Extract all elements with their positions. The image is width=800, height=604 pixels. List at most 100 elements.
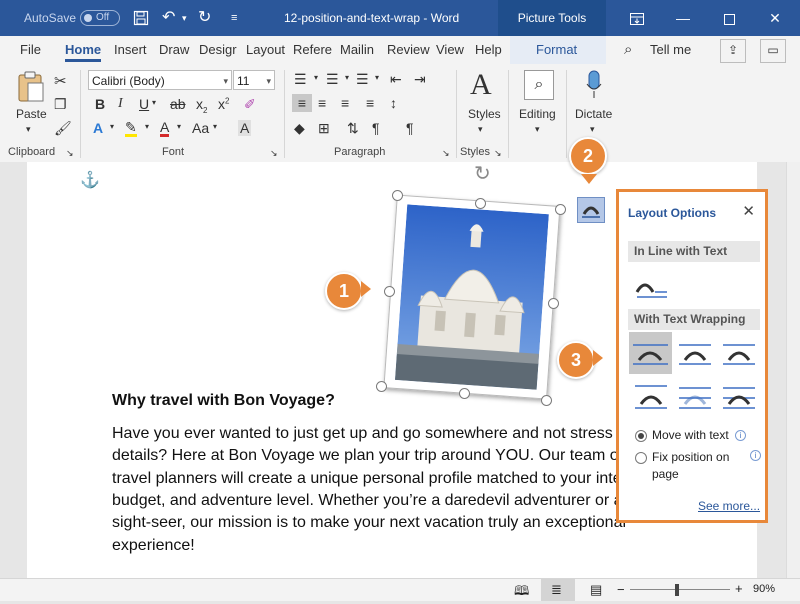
resize-handle[interactable] xyxy=(548,298,559,309)
copy-icon[interactable]: ❐ xyxy=(54,96,67,113)
resize-handle[interactable] xyxy=(384,286,395,297)
bold-icon[interactable]: B xyxy=(95,96,105,112)
fix-position-label[interactable]: Fix position on xyxy=(652,450,729,464)
numbering-icon[interactable]: ☰ xyxy=(326,71,339,88)
resize-handle[interactable] xyxy=(392,190,403,201)
align-left-icon[interactable]: ≡ xyxy=(292,94,312,112)
share-icon[interactable]: ⇪ xyxy=(720,39,746,63)
zoom-in-button[interactable]: + xyxy=(735,581,743,596)
numbering-dropdown-icon[interactable]: ▾ xyxy=(345,73,349,82)
highlight-icon[interactable]: ✎ xyxy=(125,120,137,137)
tab-format[interactable]: Format xyxy=(536,36,577,64)
strikethrough-icon[interactable]: ab xyxy=(170,96,186,112)
styles-button-label[interactable]: Styles xyxy=(468,107,501,121)
lightbulb-search-icon[interactable]: ⌕ xyxy=(624,36,632,64)
justify-icon[interactable]: ≡ xyxy=(366,95,374,111)
fix-position-radio[interactable] xyxy=(635,452,647,464)
font-color-icon[interactable]: A xyxy=(160,120,170,137)
zoom-out-button[interactable]: − xyxy=(617,582,625,597)
shading-icon[interactable]: ◆ xyxy=(294,120,305,137)
maximize-icon[interactable] xyxy=(706,0,752,36)
square-wrap-icon[interactable] xyxy=(629,332,672,374)
body-line[interactable]: travel planners will create a unique per… xyxy=(112,470,627,488)
tight-wrap-icon[interactable] xyxy=(675,334,715,372)
editing-label[interactable]: Editing xyxy=(519,107,556,121)
character-shading-icon[interactable]: A xyxy=(238,120,252,136)
resize-handle[interactable] xyxy=(541,395,552,406)
underline-icon[interactable]: U xyxy=(139,96,149,112)
rotate-handle-icon[interactable]: ↻ xyxy=(474,161,491,186)
resize-handle[interactable] xyxy=(475,198,486,209)
picture-object[interactable] xyxy=(383,194,561,400)
zoom-level[interactable]: 90% xyxy=(753,583,775,595)
clipboard-launcher-icon[interactable]: ↘ xyxy=(66,148,74,159)
body-line[interactable]: sight-seer, our mission is to make your … xyxy=(112,514,626,532)
in-line-with-text-icon[interactable] xyxy=(631,268,671,306)
format-painter-icon[interactable]: 🖌 xyxy=(54,120,72,137)
undo-dropdown-icon[interactable]: ▾ xyxy=(182,0,187,36)
see-more-link[interactable]: See more... xyxy=(698,499,760,513)
align-center-icon[interactable]: ≡ xyxy=(318,95,326,111)
styles-launcher-icon[interactable]: ↘ xyxy=(494,148,502,159)
bullets-dropdown-icon[interactable]: ▾ xyxy=(314,73,318,82)
through-wrap-icon[interactable] xyxy=(719,334,759,372)
resize-handle[interactable] xyxy=(555,204,566,215)
superscript-icon[interactable]: x2 xyxy=(218,96,229,112)
read-mode-icon[interactable]: 🕮 xyxy=(514,582,529,604)
tab-view[interactable]: View xyxy=(436,36,464,64)
info-icon[interactable]: i xyxy=(750,450,761,461)
font-launcher-icon[interactable]: ↘ xyxy=(270,148,278,159)
close-icon[interactable]: ✕ xyxy=(742,202,755,220)
paste-icon[interactable] xyxy=(14,70,48,106)
paste-dropdown-icon[interactable]: ▾ xyxy=(26,124,31,135)
editing-dropdown-icon[interactable]: ▾ xyxy=(535,124,540,135)
change-case-dropdown-icon[interactable]: ▾ xyxy=(213,122,217,131)
search-icon[interactable]: ⌕ xyxy=(524,70,554,100)
tab-draw[interactable]: Draw xyxy=(159,36,189,64)
web-layout-icon[interactable]: ▤ xyxy=(590,582,602,598)
move-with-text-radio[interactable] xyxy=(635,430,647,442)
tab-layout[interactable]: Layout xyxy=(246,36,285,64)
section-heading[interactable]: Why travel with Bon Voyage? xyxy=(112,392,335,410)
tab-help[interactable]: Help xyxy=(475,36,502,64)
multilevel-list-icon[interactable]: ☰ xyxy=(356,71,369,88)
layout-options-button[interactable] xyxy=(577,197,605,223)
borders-icon[interactable]: ⊞ xyxy=(318,120,330,137)
zoom-slider-track[interactable] xyxy=(630,589,730,590)
save-icon[interactable] xyxy=(133,0,149,36)
cut-icon[interactable]: ✂ xyxy=(54,72,67,90)
vertical-scrollbar[interactable] xyxy=(786,162,800,578)
tab-references[interactable]: Refere xyxy=(293,36,332,64)
tab-design[interactable]: Desigr xyxy=(199,36,237,64)
decrease-indent-icon[interactable]: ⇤ xyxy=(390,71,402,88)
autosave-toggle[interactable]: Off xyxy=(80,10,120,26)
redo-icon[interactable]: ↻ xyxy=(198,0,211,36)
minimize-icon[interactable]: — xyxy=(660,0,706,36)
change-case-icon[interactable]: Aa xyxy=(192,120,209,136)
line-spacing-icon[interactable]: ↕ xyxy=(390,95,397,111)
tell-me-box[interactable]: Tell me xyxy=(650,36,691,64)
body-line[interactable]: budget, and adventure level. Whether you… xyxy=(112,492,635,510)
multilevel-dropdown-icon[interactable]: ▾ xyxy=(375,73,379,82)
show-hide-icon[interactable]: ¶ xyxy=(372,120,380,136)
microphone-icon[interactable] xyxy=(586,70,602,100)
ribbon-display-icon[interactable] xyxy=(614,0,660,36)
body-line[interactable]: details? Here at Bon Voyage we plan your… xyxy=(112,447,636,465)
font-size-combo[interactable]: 11 ▾ xyxy=(233,70,275,90)
tab-file[interactable]: File xyxy=(20,36,41,64)
bullets-icon[interactable]: ☰ xyxy=(294,71,307,88)
sort-icon[interactable]: ⇅ xyxy=(347,120,359,137)
clear-formatting-icon[interactable]: ✐ xyxy=(244,96,256,113)
tab-review[interactable]: Review xyxy=(387,36,430,64)
italic-icon[interactable]: I xyxy=(118,96,123,112)
styles-dropdown-icon[interactable]: ▾ xyxy=(478,124,483,135)
comments-icon[interactable]: ▭ xyxy=(760,39,786,63)
customize-qat-icon[interactable]: ≡ xyxy=(231,0,237,36)
top-and-bottom-wrap-icon[interactable] xyxy=(631,380,671,418)
behind-text-icon[interactable] xyxy=(675,380,715,418)
body-line[interactable]: experience! xyxy=(112,537,195,555)
subscript-icon[interactable]: x2 xyxy=(196,96,207,115)
close-icon[interactable]: ✕ xyxy=(752,0,798,36)
tab-mailings[interactable]: Mailin xyxy=(340,36,374,64)
increase-indent-icon[interactable]: ⇥ xyxy=(414,71,426,88)
